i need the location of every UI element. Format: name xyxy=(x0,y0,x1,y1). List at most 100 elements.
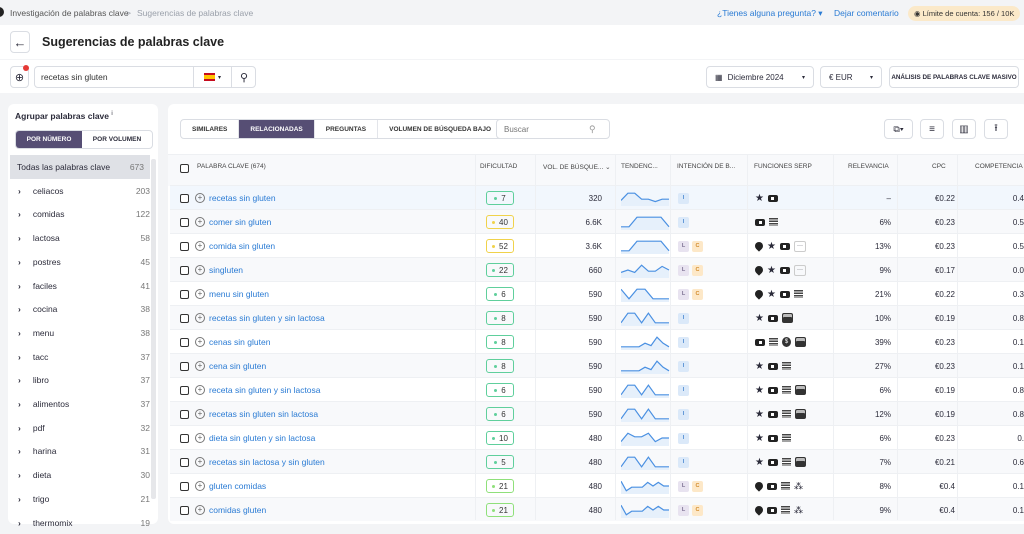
add-keyword-icon[interactable]: + xyxy=(195,193,205,203)
date-select[interactable]: ▦ Diciembre 2024 ▾ xyxy=(706,66,814,88)
col-volume[interactable]: VOL. DE BÚSQUE... ⌄ xyxy=(543,163,611,171)
row-checkbox[interactable] xyxy=(180,505,189,515)
keyword-link[interactable]: recetas sin gluten sin lactosa xyxy=(209,409,318,419)
col-competition[interactable]: COMPETENCIA xyxy=(975,163,1023,170)
add-keyword-icon[interactable]: + xyxy=(195,481,205,491)
sidebar-item-faciles[interactable]: › faciles 41 xyxy=(18,274,156,298)
table-row[interactable]: + receta sin gluten y sin lactosa 6 590 … xyxy=(170,377,1024,401)
tab-preguntas[interactable]: PREGUNTAS xyxy=(315,120,379,138)
select-all-checkbox[interactable] xyxy=(180,164,189,173)
keyword-link[interactable]: receta sin gluten y sin lactosa xyxy=(209,385,321,395)
by-number-toggle[interactable]: POR NÚMERO xyxy=(16,131,82,148)
row-checkbox[interactable] xyxy=(180,217,189,227)
keyword-link[interactable]: gluten comidas xyxy=(209,481,266,491)
col-cpc[interactable]: CPC xyxy=(932,163,946,170)
breadcrumb-item[interactable]: Investigación de palabras clave xyxy=(10,8,129,18)
tab-volumen-bajo[interactable]: VOLUMEN DE BÚSQUEDA BAJO xyxy=(378,120,502,138)
sidebar-item-cocina[interactable]: › cocina 38 xyxy=(18,298,156,322)
table-row[interactable]: + singluten 22 660 LC ★ ··· 9% €0.17 0.0 xyxy=(170,257,1024,281)
sidebar-item-harina[interactable]: › harina 31 xyxy=(18,440,156,464)
sidebar-item-postres[interactable]: › postres 45 xyxy=(18,250,156,274)
keyword-link[interactable]: singluten xyxy=(209,265,243,275)
table-row[interactable]: + gluten comidas 21 480 LC ⁂ 8% €0.4 0.1 xyxy=(170,473,1024,497)
add-keyword-icon[interactable]: + xyxy=(195,217,205,227)
sidebar-item-celiacos[interactable]: › celiacos 203 xyxy=(18,179,156,203)
keyword-link[interactable]: dieta sin gluten y sin lactosa xyxy=(209,433,315,443)
table-row[interactable]: + recetas sin gluten y sin lactosa 8 590… xyxy=(170,305,1024,329)
keyword-input[interactable] xyxy=(41,72,191,82)
sidebar-scrollbar[interactable] xyxy=(151,159,156,499)
sidebar-item-libro[interactable]: › libro 37 xyxy=(18,369,156,393)
col-trend[interactable]: TENDENC... xyxy=(621,163,658,170)
help-dropdown[interactable]: ¿Tienes alguna pregunta? ▾ xyxy=(717,8,823,19)
copy-button[interactable]: ⧉▾ xyxy=(884,119,913,139)
sidebar-item-tacc[interactable]: › tacc 37 xyxy=(18,345,156,369)
row-checkbox[interactable] xyxy=(180,481,189,491)
sidebar-item-alimentos[interactable]: › alimentos 37 xyxy=(18,392,156,416)
row-checkbox[interactable] xyxy=(180,409,189,419)
col-difficulty[interactable]: DIFICULTAD xyxy=(480,163,517,170)
add-keyword-icon[interactable]: + xyxy=(195,241,205,251)
add-keyword-icon[interactable]: + xyxy=(195,409,205,419)
keyword-link[interactable]: recetas sin gluten xyxy=(209,193,276,203)
row-checkbox[interactable] xyxy=(180,241,189,251)
row-checkbox[interactable] xyxy=(180,361,189,371)
keyword-link[interactable]: cenas sin gluten xyxy=(209,337,270,347)
col-intent[interactable]: INTENCIÓN DE B... xyxy=(677,163,735,170)
table-row[interactable]: + menu sin gluten 6 590 LC ★ 21% €0.22 0… xyxy=(170,281,1024,305)
sidebar-item-pdf[interactable]: › pdf 32 xyxy=(18,416,156,440)
add-keyword-icon[interactable]: + xyxy=(195,457,205,467)
add-keyword-icon[interactable]: + xyxy=(195,337,205,347)
add-keyword-icon[interactable]: + xyxy=(195,433,205,443)
keyword-link[interactable]: recetas sin gluten y sin lactosa xyxy=(209,313,325,323)
table-row[interactable]: + comidas gluten 21 480 LC ⁂ 9% €0.4 0.1 xyxy=(170,497,1024,521)
row-checkbox[interactable] xyxy=(180,337,189,347)
sidebar-item-dieta[interactable]: › dieta 30 xyxy=(18,463,156,487)
table-row[interactable]: + cenas sin gluten 8 590 I $ 39% €0.23 0… xyxy=(170,329,1024,353)
row-checkbox[interactable] xyxy=(180,265,189,275)
row-checkbox[interactable] xyxy=(180,313,189,323)
table-search-input[interactable] xyxy=(504,124,589,134)
keyword-link[interactable]: recetas sin lactosa y sin gluten xyxy=(209,457,325,467)
keyword-link[interactable]: comidas gluten xyxy=(209,505,266,515)
export-button[interactable]: ⭱ xyxy=(984,119,1008,139)
sidebar-item-thermomix[interactable]: › thermomix 19 xyxy=(18,511,156,534)
table-row[interactable]: + dieta sin gluten y sin lactosa 10 480 … xyxy=(170,425,1024,449)
sidebar-item-trigo[interactable]: › trigo 21 xyxy=(18,487,156,511)
add-keyword-icon[interactable]: + xyxy=(195,265,205,275)
table-row[interactable]: + comer sin gluten 40 6.6K I 6% €0.23 0.… xyxy=(170,209,1024,233)
by-volume-toggle[interactable]: POR VOLUMEN xyxy=(82,131,152,148)
keyword-link[interactable]: comida sin gluten xyxy=(209,241,275,251)
table-row[interactable]: + comida sin gluten 52 3.6K LC ★ ··· 13% … xyxy=(170,233,1024,257)
sidebar-item-lactosa[interactable]: › lactosa 58 xyxy=(18,226,156,250)
sidebar-item-all[interactable]: Todas las palabras clave 673 xyxy=(10,155,150,179)
table-row[interactable]: + recetas sin gluten 7 320 I ★ – €0.22 0… xyxy=(170,185,1024,209)
search-button[interactable]: ⚲ xyxy=(231,67,256,87)
row-checkbox[interactable] xyxy=(180,385,189,395)
keyword-link[interactable]: menu sin gluten xyxy=(209,289,269,299)
add-keyword-icon[interactable]: + xyxy=(195,385,205,395)
back-button[interactable]: ← xyxy=(10,31,30,53)
col-serp[interactable]: FUNCIONES SERP xyxy=(754,163,812,170)
tab-similares[interactable]: SIMILARES xyxy=(181,120,240,138)
table-row[interactable]: + recetas sin gluten sin lactosa 6 590 I… xyxy=(170,401,1024,425)
add-keyword-icon[interactable]: + xyxy=(195,505,205,515)
country-select[interactable]: ▾ xyxy=(193,67,231,87)
tab-relacionadas[interactable]: RELACIONADAS xyxy=(239,120,315,138)
row-checkbox[interactable] xyxy=(180,193,189,203)
table-row[interactable]: + cena sin gluten 8 590 I ★ 27% €0.23 0.… xyxy=(170,353,1024,377)
add-keyword-icon[interactable]: + xyxy=(195,361,205,371)
keyword-link[interactable]: comer sin gluten xyxy=(209,217,271,227)
filter-button[interactable]: ≡ xyxy=(920,119,944,139)
add-keyword-icon[interactable]: + xyxy=(195,289,205,299)
feedback-link[interactable]: Dejar comentario xyxy=(834,8,899,18)
keyword-link[interactable]: cena sin gluten xyxy=(209,361,266,371)
add-keyword-icon[interactable]: + xyxy=(195,313,205,323)
col-relevance[interactable]: RELEVANCIA xyxy=(848,163,889,170)
row-checkbox[interactable] xyxy=(180,457,189,467)
table-row[interactable]: + recetas sin lactosa y sin gluten 5 480… xyxy=(170,449,1024,473)
columns-button[interactable]: ▥ xyxy=(952,119,976,139)
currency-select[interactable]: € EUR ▾ xyxy=(820,66,882,88)
sidebar-item-menu[interactable]: › menu 38 xyxy=(18,321,156,345)
col-keyword[interactable]: PALABRA CLAVE (674) xyxy=(197,163,266,170)
